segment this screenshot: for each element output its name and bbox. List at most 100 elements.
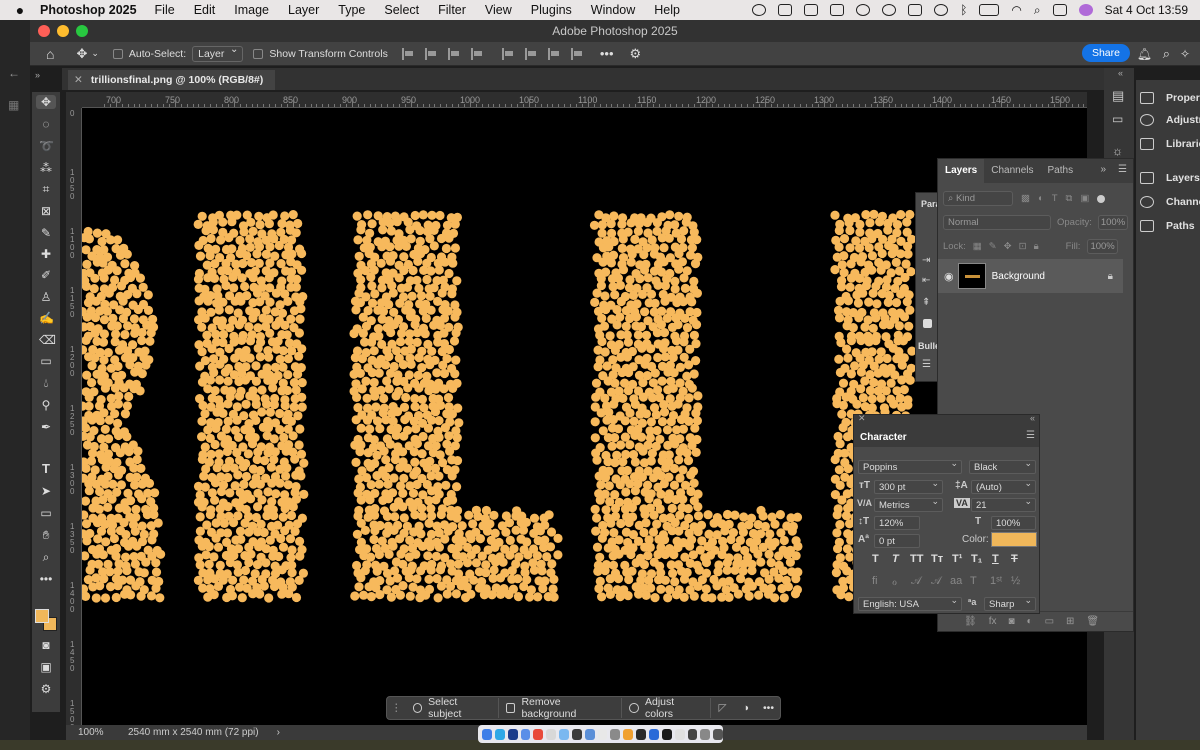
healing-brush-tool-icon[interactable]: ✚ (39, 247, 53, 261)
app-name-menu[interactable]: Photoshop 2025 (40, 3, 137, 17)
tab-channels[interactable]: Channels (984, 159, 1040, 183)
dock-app-icon[interactable] (546, 728, 557, 740)
character-menu-icon[interactable]: ☰ (1026, 430, 1035, 441)
remove-background-button[interactable]: Remove background (499, 696, 623, 720)
bullet-list-icon[interactable]: ☰ (922, 359, 931, 370)
underline-icon[interactable]: T (992, 553, 999, 565)
horizontal-scale-field[interactable]: 100% (991, 516, 1036, 530)
notifications-bell-icon[interactable]: 🔔︎ (1137, 47, 1152, 61)
align-center-icon[interactable] (424, 47, 437, 60)
language-dropdown[interactable]: English: USA (858, 595, 962, 611)
layer-row-background[interactable]: ◉ Background 🔒︎ (938, 259, 1123, 293)
dock-app-icon[interactable] (700, 728, 711, 740)
delete-layer-icon[interactable]: 🗑︎ (1086, 616, 1099, 627)
control-center-icon[interactable] (1052, 4, 1067, 16)
tab-layers[interactable]: Layers (938, 159, 985, 183)
cloud-icon[interactable] (830, 4, 845, 16)
dock-channels[interactable]: Channels (1140, 196, 1200, 208)
grid-view-icon[interactable]: ▦ (8, 98, 19, 112)
titling-icon[interactable]: aa (950, 575, 962, 587)
menu-window[interactable]: Window (591, 3, 635, 17)
fill-field[interactable]: 100% (1087, 239, 1118, 254)
home-icon[interactable]: ⌂ (46, 46, 54, 62)
align-middle-icon[interactable] (524, 47, 537, 60)
move-tool-icon[interactable]: ✥ (36, 95, 56, 109)
menu-type[interactable]: Type (338, 3, 365, 17)
dock-app-icon[interactable] (648, 728, 659, 740)
frame-tool-icon[interactable]: ⊠ (39, 204, 53, 218)
quick-mask-icon[interactable]: ◙ (39, 638, 53, 652)
new-group-icon[interactable]: ▭ (1045, 616, 1054, 627)
stylistic-alternates-icon[interactable]: 𝒜 (931, 575, 941, 588)
align-bottom-icon[interactable] (547, 47, 560, 60)
panel-collapse-icon[interactable]: » (1094, 159, 1112, 183)
search-icon[interactable]: ⌕ (1163, 46, 1170, 62)
text-color-swatch[interactable] (991, 532, 1037, 547)
dock-app-icon[interactable] (674, 728, 685, 740)
taskbar-grip-icon[interactable]: ⋮ (387, 702, 406, 714)
lock-all-icon[interactable]: 🔒︎ (1034, 241, 1039, 252)
marquee-tool-icon[interactable]: ◌ (39, 117, 53, 131)
more-options-icon[interactable]: ••• (600, 46, 614, 61)
tracking-field[interactable]: 21 (971, 496, 1036, 512)
history-panel-icon[interactable]: ▤ (1112, 88, 1124, 104)
dock-layers[interactable]: Layers (1140, 172, 1200, 184)
filter-pixel-icon[interactable]: ▩ (1021, 193, 1030, 204)
move-tool-icon[interactable]: ✥ (76, 46, 87, 62)
fractions-icon[interactable]: ½ (1011, 575, 1020, 587)
lock-artboard-icon[interactable]: ⊡ (1019, 241, 1027, 252)
layer-lock-icon[interactable]: 🔒︎ (1108, 271, 1113, 282)
gradient-tool-icon[interactable]: ▭ (39, 354, 53, 368)
lock-transparent-icon[interactable]: ▦ (973, 241, 982, 252)
visibility-eye-icon[interactable]: ◉ (944, 270, 954, 283)
dock-app-icon[interactable] (661, 728, 672, 740)
swash-icon[interactable]: 𝒜 (911, 575, 921, 588)
align-right-icon[interactable] (447, 47, 460, 60)
zoom-level[interactable]: 100% (78, 727, 128, 738)
dock-app-icon[interactable] (713, 728, 724, 740)
broadcast-icon[interactable] (934, 4, 949, 16)
generative-icon[interactable]: ⚙ (39, 682, 53, 696)
align-top-icon[interactable] (501, 47, 514, 60)
hyphenate-checkbox[interactable] (923, 319, 932, 328)
blend-mode-dropdown[interactable]: Normal (943, 215, 1051, 230)
all-caps-icon[interactable]: TT (910, 553, 923, 565)
leading-field[interactable]: (Auto) (971, 478, 1036, 494)
character-close-icon[interactable]: ✕ (858, 413, 866, 424)
dock-app-icon[interactable] (597, 728, 608, 740)
layers-menu-icon[interactable]: ☰ (1112, 159, 1133, 183)
link-layers-icon[interactable]: ⛓ (964, 616, 977, 627)
path-selection-tool-icon[interactable]: ➤ (39, 484, 53, 498)
character-panel-header[interactable]: ✕ « (854, 413, 1039, 427)
edit-toolbar-icon[interactable]: ••• (39, 572, 53, 586)
layer-style-icon[interactable]: fx (989, 616, 997, 627)
dock-libraries[interactable]: Libraries (1140, 138, 1200, 150)
dock-app-icon[interactable] (482, 728, 492, 740)
dock-app-icon[interactable] (687, 728, 698, 740)
contextual-icon[interactable]: T (970, 575, 977, 587)
lock-pixels-icon[interactable]: ✎ (989, 241, 997, 252)
show-transform-checkbox[interactable] (253, 48, 264, 59)
dock-paths[interactable]: Paths (1140, 220, 1195, 232)
status-expand-chevron-icon[interactable]: › (277, 727, 280, 738)
creative-cloud-icon[interactable] (882, 4, 897, 16)
subscript-icon[interactable]: T₁ (971, 553, 982, 565)
sync-icon[interactable] (856, 4, 871, 16)
dock-app-icon[interactable] (533, 728, 544, 740)
battery-icon[interactable] (979, 4, 1000, 16)
discover-icon[interactable]: ✧ (1180, 47, 1190, 61)
rectangle-tool-icon[interactable]: ▭ (39, 506, 53, 520)
screen-mode-icon[interactable]: ▣ (39, 660, 53, 674)
blur-tool-icon[interactable]: 💧︎ (39, 376, 53, 390)
color-panel-icon[interactable]: ☼ (1112, 144, 1123, 158)
foreground-color-swatch[interactable] (35, 609, 49, 623)
hand-tool-icon[interactable]: ✋︎ (39, 528, 53, 542)
opacity-field[interactable]: 100% (1097, 215, 1129, 230)
new-adjustment-icon[interactable]: ◐ (1027, 616, 1033, 627)
new-layer-icon[interactable]: ⊞ (1066, 616, 1074, 627)
vertical-scale-field[interactable]: 120% (874, 516, 920, 530)
old-style-icon[interactable]: ℴ (892, 575, 897, 588)
filter-adjustment-icon[interactable]: ◐ (1038, 193, 1044, 204)
faux-italic-icon[interactable]: T (892, 553, 899, 565)
layer-filter-kind[interactable]: ⌕ Kind (943, 191, 1013, 206)
